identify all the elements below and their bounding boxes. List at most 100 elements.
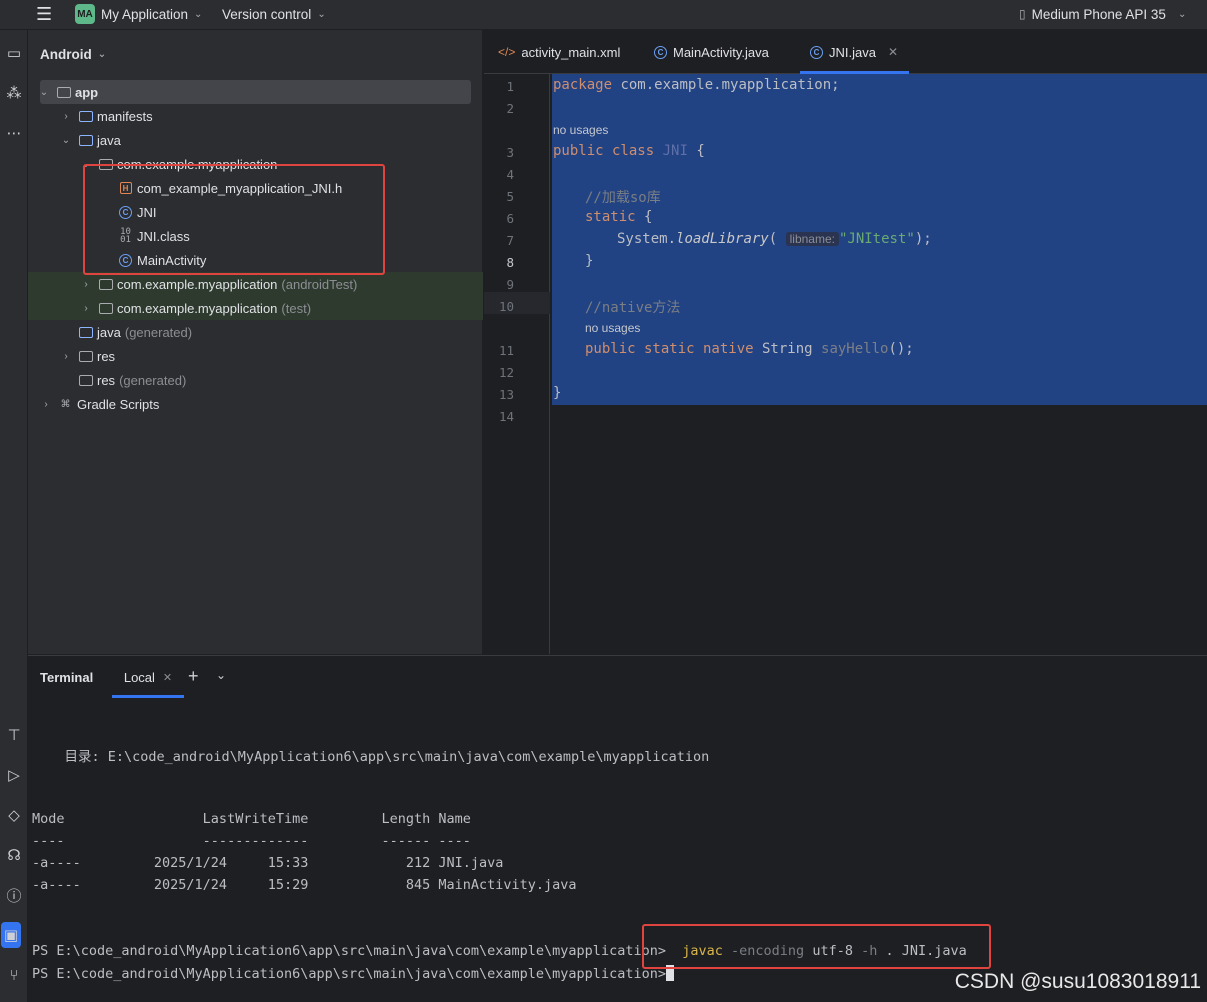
chevron-down-icon: ⌄ <box>61 134 71 146</box>
resource-manager-icon[interactable]: ⁂ <box>0 80 28 106</box>
run-icon[interactable]: ▷ <box>0 762 28 788</box>
hamburger-icon: ☰ <box>36 3 53 24</box>
line-number: 2 <box>506 101 514 116</box>
tree-item-res-generated[interactable]: res (generated) <box>28 368 483 392</box>
code-comment: //native方法 <box>585 300 681 316</box>
gem-icon[interactable]: ◇ <box>0 802 28 828</box>
code-method: loadLibrary <box>676 231 769 247</box>
highlight-box <box>83 164 385 275</box>
project-panel: Android ⌄ ⌄ app › manifests ⌄ java ⌄ com… <box>28 30 483 654</box>
project-view-selector[interactable]: Android ⌄ <box>40 47 106 62</box>
code-text: com.example.myapplication; <box>612 77 840 93</box>
code-keyword: package <box>553 77 613 93</box>
project-folder-icon[interactable]: ▭ <box>0 40 28 66</box>
terminal-prompt: PS E:\code_android\MyApplication6\app\sr… <box>32 966 666 982</box>
chevron-right-icon: › <box>64 350 68 362</box>
folder-icon <box>78 110 93 123</box>
tree-label: manifests <box>97 108 153 124</box>
line-number: 6 <box>506 211 514 226</box>
code-text: { <box>687 143 705 159</box>
tree-suffix: (test) <box>281 300 312 316</box>
line-number: 9 <box>506 277 514 292</box>
chevron-down-icon: ⌄ <box>39 86 49 98</box>
tree-label: res <box>97 348 116 364</box>
main-menu-button[interactable]: ☰ <box>36 0 52 28</box>
tab-label: Local <box>123 669 155 685</box>
tab-mainactivity-java[interactable]: C MainActivity.java <box>644 30 779 74</box>
tree-label: Gradle Scripts <box>77 396 160 412</box>
code-line[interactable]: } <box>585 253 593 269</box>
terminal-icon[interactable]: ▣ <box>1 922 21 948</box>
chevron-down-icon: ⌄ <box>97 49 107 60</box>
chevron-right-icon: › <box>44 398 48 410</box>
terminal-tabbar: Terminal Local ✕ + ⌄ <box>28 656 1207 698</box>
folder-icon <box>78 134 93 147</box>
tab-activity-main-xml[interactable]: </> activity_main.xml <box>488 30 630 74</box>
folder-icon <box>78 326 93 339</box>
folder-icon <box>78 374 93 387</box>
tree-item-package-androidtest[interactable]: › com.example.myapplication (androidTest… <box>28 272 483 296</box>
tree-item-res[interactable]: › res <box>28 344 483 368</box>
code-keyword: public class <box>553 143 655 159</box>
folder-icon <box>78 350 93 363</box>
device-selector[interactable]: ▯ Medium Phone API 35 ⌄ <box>1019 0 1186 28</box>
tab-jni-java[interactable]: C JNI.java ✕ <box>800 30 909 74</box>
tool-window-strip: ▭ ⁂ ⋯ ⊤ ▷ ◇ ☊ ⓘ ▣ ⑂ <box>0 30 28 1002</box>
package-icon <box>98 302 113 315</box>
tree-suffix: (generated) <box>119 372 187 388</box>
terminal-panel: Terminal Local ✕ + ⌄ 目录: E:\code_android… <box>28 655 1207 1002</box>
tree-item-java[interactable]: ⌄ java <box>28 128 483 152</box>
terminal-input-line[interactable]: PS E:\code_android\MyApplication6\app\sr… <box>32 965 674 982</box>
add-terminal-icon[interactable]: + <box>188 666 199 687</box>
code-line[interactable]: public static native String sayHello(); <box>585 341 914 357</box>
tree-item-gradle-scripts[interactable]: › ⌘ Gradle Scripts <box>28 392 483 416</box>
logcat-icon[interactable]: ☊ <box>0 842 28 868</box>
code-line[interactable]: //native方法 <box>585 297 680 317</box>
chevron-down-icon: ⌄ <box>317 8 326 20</box>
code-line[interactable]: } <box>553 385 561 401</box>
line-number: 4 <box>506 167 514 182</box>
code-line[interactable]: static { <box>585 209 652 225</box>
tree-item-package-test[interactable]: › com.example.myapplication (test) <box>28 296 483 320</box>
line-number: 13 <box>498 387 514 402</box>
tree-label: res <box>97 372 116 388</box>
terminal-output: ---- ------------- ------ ---- <box>32 833 471 849</box>
close-icon[interactable]: ✕ <box>163 671 172 684</box>
package-icon <box>98 278 113 291</box>
usages-hint[interactable]: no usages <box>585 321 640 335</box>
line-number: 12 <box>498 365 514 380</box>
tree-item-manifests[interactable]: › manifests <box>28 104 483 128</box>
code-class-name: JNI <box>662 143 688 159</box>
code-line[interactable]: package com.example.myapplication; <box>553 77 840 93</box>
code-text: { <box>635 209 653 225</box>
chevron-down-icon[interactable]: ⌄ <box>216 668 226 682</box>
line-number: 8 <box>506 255 514 270</box>
line-number: 5 <box>506 189 514 204</box>
code-line[interactable]: public class JNI { <box>553 143 705 159</box>
close-icon[interactable]: ✕ <box>888 45 898 59</box>
usages-hint[interactable]: no usages <box>553 123 608 137</box>
code-string: "JNItest" <box>838 231 915 247</box>
code-text: System. <box>617 231 677 247</box>
code-keyword: public static native <box>585 341 754 357</box>
tree-item-app[interactable]: ⌄ app <box>40 80 471 104</box>
line-number: 7 <box>506 233 514 248</box>
project-selector[interactable]: MA My Application ⌄ <box>75 0 202 28</box>
code-line[interactable]: System.loadLibrary( libname: "JNItest"); <box>617 231 932 247</box>
line-number: 3 <box>506 145 514 160</box>
watermark: CSDN @susu1083018911 <box>954 970 1201 993</box>
code-text: (); <box>888 341 914 357</box>
gradle-icon: ⌘ <box>60 398 71 410</box>
tab-label: activity_main.xml <box>521 44 621 60</box>
git-icon[interactable]: ⑂ <box>0 962 28 988</box>
tab-local-terminal[interactable]: Local ✕ <box>112 656 184 698</box>
terminal-output: Mode LastWriteTime Length Name <box>32 811 471 827</box>
code-text: ( <box>768 231 778 247</box>
build-icon[interactable]: ⊤ <box>0 722 28 748</box>
problems-icon[interactable]: ⓘ <box>0 882 28 908</box>
version-control-menu[interactable]: Version control ⌄ <box>222 0 326 28</box>
code-line[interactable]: //加载so库 <box>585 187 661 207</box>
parameter-hint: libname: <box>785 232 839 246</box>
more-tools-icon[interactable]: ⋯ <box>0 120 28 146</box>
tree-item-java-generated[interactable]: java (generated) <box>28 320 483 344</box>
